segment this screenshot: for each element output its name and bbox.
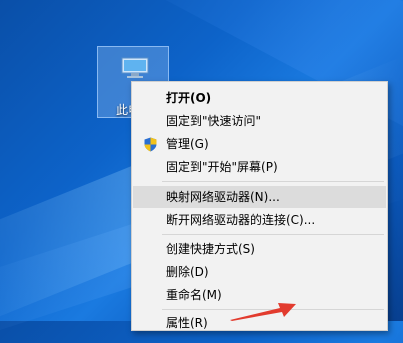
menu-item-label: 固定到"快速访问": [166, 114, 262, 128]
menu-item-label: 创建快捷方式(S): [166, 242, 255, 256]
menu-item-label: 属性(R): [166, 316, 208, 330]
menu-item-open[interactable]: 打开(O): [133, 87, 386, 109]
computer-icon: [121, 57, 149, 78]
menu-separator: [162, 234, 384, 235]
menu-item-delete[interactable]: 删除(D): [133, 261, 386, 283]
menu-item-create-shortcut[interactable]: 创建快捷方式(S): [133, 238, 386, 260]
menu-item-pin-start[interactable]: 固定到"开始"屏幕(P): [133, 156, 386, 178]
menu-item-label: 断开网络驱动器的连接(C)...: [166, 213, 316, 227]
menu-item-label: 打开(O): [166, 91, 212, 105]
menu-separator: [162, 181, 384, 182]
menu-item-disconnect-network-drive[interactable]: 断开网络驱动器的连接(C)...: [133, 209, 386, 231]
menu-item-label: 删除(D): [166, 265, 209, 279]
menu-item-pin-quick-access[interactable]: 固定到"快速访问": [133, 110, 386, 132]
menu-item-manage[interactable]: 管理(G): [133, 133, 386, 155]
shield-icon: [144, 137, 157, 152]
menu-item-label: 管理(G): [166, 137, 209, 151]
annotation-arrow-icon: [230, 303, 296, 321]
menu-item-label: 重命名(M): [166, 288, 222, 302]
menu-item-map-network-drive[interactable]: 映射网络驱动器(N)...: [133, 186, 386, 208]
context-menu: 打开(O) 固定到"快速访问" 管理(G) 固定到"开始"屏幕(P) 映射网络驱…: [131, 81, 388, 331]
menu-item-label: 映射网络驱动器(N)...: [166, 190, 280, 204]
menu-item-label: 固定到"开始"屏幕(P): [166, 160, 278, 174]
